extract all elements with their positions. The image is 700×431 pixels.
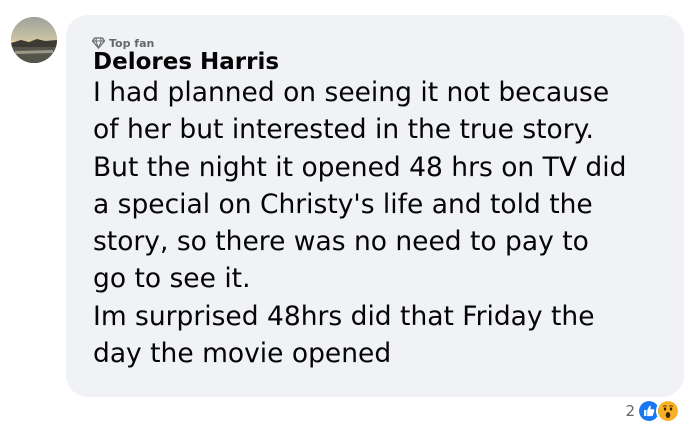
badge-label: Top fan — [109, 36, 155, 50]
comment-text-line: day the movie opened — [93, 338, 392, 370]
author-name[interactable]: Delores Harris — [93, 49, 279, 75]
reaction-summary[interactable]: 2 — [625, 399, 680, 423]
comment-text: I had planned on seeing it not because o… — [93, 74, 678, 372]
avatar[interactable] — [11, 17, 57, 63]
comment-text-line: of her but interested in the true story. — [93, 114, 594, 146]
comment-text-line: But the night it opened 48 hrs on TV did — [93, 151, 627, 183]
comment-text-line: go to see it. — [93, 263, 251, 295]
comment-text-line: story, so there was no need to pay to — [93, 226, 589, 258]
comment-text-line: a special on Christy's life and told the — [93, 188, 593, 220]
comment-container: Top fan Delores Harris I had planned on … — [0, 0, 700, 431]
reaction-count: 2 — [625, 402, 635, 420]
comment-text-line: I had planned on seeing it not because — [93, 77, 610, 108]
comment-bubble: Top fan Delores Harris I had planned on … — [66, 15, 684, 397]
wow-icon — [656, 399, 680, 423]
diamond-icon — [92, 37, 105, 49]
top-fan-badge: Top fan — [92, 36, 154, 50]
comment-text-line: Im surprised 48hrs did that Friday the — [93, 300, 595, 332]
avatar-image — [11, 17, 57, 63]
